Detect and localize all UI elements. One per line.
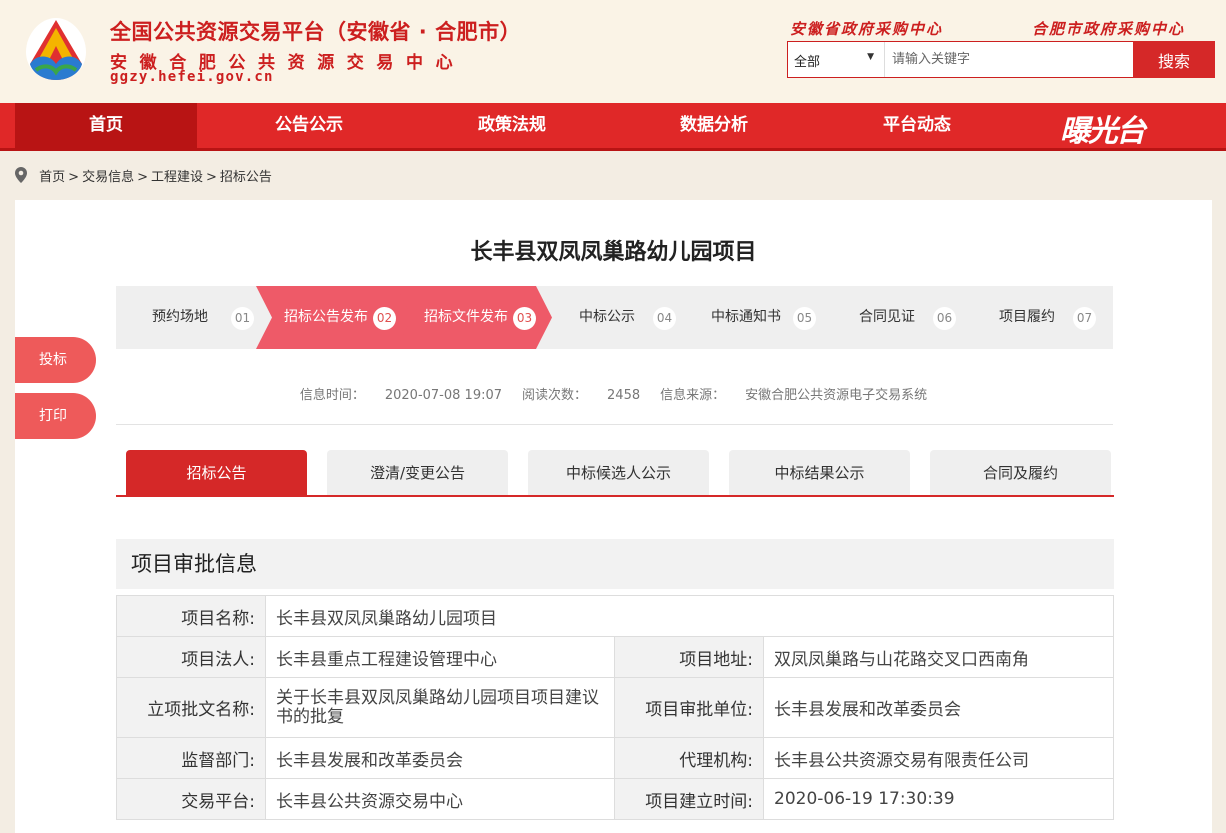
step-6-label: 合同见证 [859,309,915,325]
table-row: 项目名称: 长丰县双凤凤巢路幼儿园项目 [116,595,1114,637]
step-5-label: 中标通知书 [711,309,781,325]
site-header: 全国公共资源交易平台（安徽省 · 合肥市） 安徽合肥公共资源交易中心 ggzy.… [0,0,1226,103]
table-value: 2020-06-19 17:30:39 [763,778,1114,820]
info-line: 信息时间： 2020-07-08 19:07 阅读次数： 2458 信息来源： 安徽合肥公… [15,384,1212,403]
search-category-value: 全部 [794,55,821,70]
table-key: 项目名称: [116,595,266,637]
table-value: 长丰县双凤凤巢路幼儿园项目 [265,595,1114,637]
exposure-platform-link[interactable]: 曝光台 [1060,106,1146,150]
info-views-value: 2458 [607,388,641,403]
step-2[interactable]: 招标公告发布 02 [256,286,413,349]
divider [116,424,1113,425]
nav-item-policies[interactable]: 政策法规 [421,103,603,148]
table-row: 立项批文名称: 关于长丰县双凤凤巢路幼儿园项目项目建议书的批复 项目审批单位: … [116,677,1114,738]
nav-item-platform-news[interactable]: 平台动态 [826,103,1008,148]
table-key: 交易平台: [116,778,266,820]
chevron-down-icon: ▼ [867,52,874,62]
table-value: 长丰县重点工程建设管理中心 [265,636,615,678]
main-content: 长丰县双凤凤巢路幼儿园项目 预约场地 01 招标公告发布 02 招标文件发布 0… [15,200,1212,833]
table-value: 长丰县公共资源交易中心 [265,778,615,820]
step-7-number: 07 [1073,307,1096,330]
step-3-label: 招标文件发布 [424,309,508,325]
approval-info-table: 项目名称: 长丰县双凤凤巢路幼儿园项目 项目法人: 长丰县重点工程建设管理中心 … [116,595,1114,820]
table-key: 项目审批单位: [614,677,764,738]
info-time-label: 信息时间： [299,388,365,403]
step-4-label: 中标公示 [579,309,635,325]
step-4-number: 04 [653,307,676,330]
table-row: 监督部门: 长丰县发展和改革委员会 代理机构: 长丰县公共资源交易有限责任公司 [116,737,1114,779]
step-2-number: 02 [373,307,396,330]
site-title: 全国公共资源交易平台（安徽省 · 合肥市） [110,20,522,44]
link-anhui-procurement[interactable]: 安徽省政府采购中心 [790,18,943,39]
step-5[interactable]: 中标通知书 05 [676,286,833,349]
table-row: 交易平台: 长丰县公共资源交易中心 项目建立时间: 2020-06-19 17:… [116,778,1114,820]
search-box: 全部 ▼ 搜索 [787,41,1215,78]
search-category-select[interactable]: 全部 ▼ [788,42,885,77]
main-nav: 首页 公告公示 政策法规 数据分析 平台动态 曝光台 [0,103,1226,151]
table-key: 监督部门: [116,737,266,779]
breadcrumb-item-home[interactable]: 首页 [39,170,65,185]
info-source-value: 安徽合肥公共资源电子交易系统 [745,388,928,403]
table-value: 长丰县发展和改革委员会 [265,737,615,779]
tab-candidate-publicity[interactable]: 中标候选人公示 [528,450,709,495]
table-key: 立项批文名称: [116,677,266,738]
table-value: 双凤凤巢路与山花路交叉口西南角 [763,636,1114,678]
breadcrumb-item-trade-info[interactable]: 交易信息 [82,170,134,185]
step-1-number: 01 [231,307,254,330]
info-time-value: 2020-07-08 19:07 [384,388,503,403]
project-title: 长丰县双凤凤巢路幼儿园项目 [470,240,757,265]
table-value: 长丰县公共资源交易有限责任公司 [763,737,1114,779]
breadcrumb-separator: > [206,170,217,185]
table-value: 长丰县发展和改革委员会 [763,677,1114,738]
breadcrumb-separator: > [137,170,148,185]
table-value: 关于长丰县双凤凤巢路幼儿园项目项目建议书的批复 [265,677,615,738]
tab-clarification[interactable]: 澄清/变更公告 [327,450,508,495]
step-4[interactable]: 中标公示 04 [536,286,693,349]
table-key: 项目建立时间: [614,778,764,820]
step-2-label: 招标公告发布 [284,309,368,325]
step-7-label: 项目履约 [999,309,1055,325]
step-3-number: 03 [513,307,536,330]
step-3[interactable]: 招标文件发布 03 [396,286,553,349]
nav-item-data-analysis[interactable]: 数据分析 [623,103,805,148]
link-hefei-procurement[interactable]: 合肥市政府采购中心 [1032,18,1185,39]
table-key: 项目地址: [614,636,764,678]
site-logo[interactable] [20,14,92,86]
tab-contract[interactable]: 合同及履约 [930,450,1111,495]
step-1[interactable]: 预约场地 01 [116,286,273,349]
step-7[interactable]: 项目履约 07 [956,286,1113,349]
table-key: 项目法人: [116,636,266,678]
step-5-number: 05 [793,307,816,330]
bid-button[interactable]: 投标 [15,337,96,383]
location-pin-icon [15,167,27,183]
breadcrumb-item-engineering[interactable]: 工程建设 [151,170,203,185]
table-value-text: 关于长丰县双凤凤巢路幼儿园项目项目建议书的批复 [276,687,599,727]
info-views-label: 阅读次数： [522,388,588,403]
site-domain: ggzy.hefei.gov.cn [110,69,274,85]
info-source-label: 信息来源： [660,388,726,403]
nav-item-announcements[interactable]: 公告公示 [218,103,400,148]
search-button[interactable]: 搜索 [1133,41,1215,78]
progress-steps: 预约场地 01 招标公告发布 02 招标文件发布 03 中标公示 04 中标通知… [116,286,1116,349]
step-6[interactable]: 合同见证 06 [816,286,973,349]
section-title: 项目审批信息 [116,539,1114,589]
breadcrumb-separator: > [68,170,80,185]
step-6-number: 06 [933,307,956,330]
notice-tabs: 招标公告 澄清/变更公告 中标候选人公示 中标结果公示 合同及履约 [116,450,1114,497]
table-row: 项目法人: 长丰县重点工程建设管理中心 项目地址: 双凤凤巢路与山花路交叉口西南… [116,636,1114,678]
step-1-label: 预约场地 [152,309,208,325]
print-button[interactable]: 打印 [15,393,96,439]
nav-item-home[interactable]: 首页 [15,103,197,148]
tab-result-publicity[interactable]: 中标结果公示 [729,450,910,495]
table-key: 代理机构: [614,737,764,779]
breadcrumb: 首页 > 交易信息 > 工程建设 > 招标公告 [15,166,272,185]
search-input[interactable] [886,42,1134,77]
breadcrumb-item-bid-notice[interactable]: 招标公告 [220,170,272,185]
tab-bid-notice[interactable]: 招标公告 [126,450,307,495]
